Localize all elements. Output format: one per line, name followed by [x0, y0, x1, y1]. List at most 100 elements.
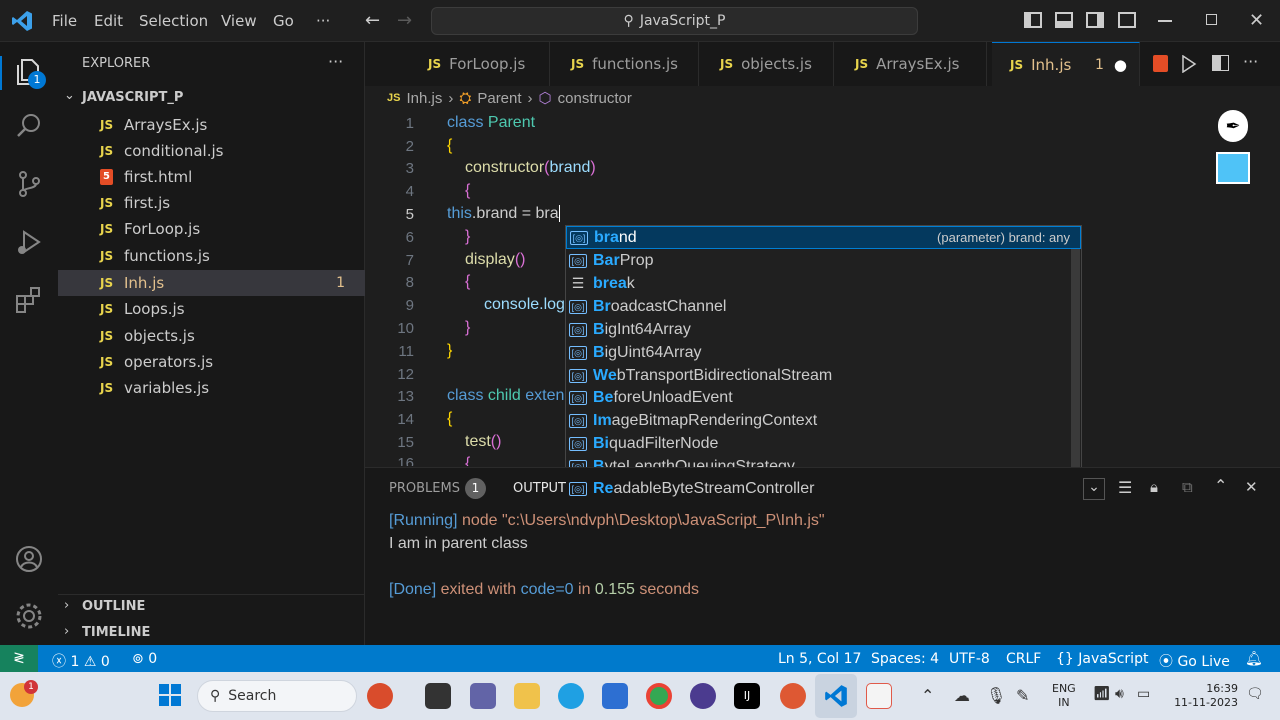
- clear-output-icon[interactable]: ☰: [1118, 478, 1132, 497]
- pen-icon[interactable]: ✎: [1016, 686, 1029, 705]
- output-channel-dropdown-icon[interactable]: ⌄: [1083, 478, 1105, 500]
- timeline-section[interactable]: TIMELINE: [82, 625, 150, 640]
- chrome-icon[interactable]: [646, 683, 672, 709]
- search-activity-icon[interactable]: [13, 110, 45, 142]
- onedrive-cloud-icon[interactable]: ☁︎: [954, 686, 970, 705]
- file-item-active[interactable]: JS Inh.js 1: [58, 270, 365, 296]
- edge-browser-icon[interactable]: [558, 683, 584, 709]
- suggestion-item[interactable]: [◎] Re adableByteStreamController: [566, 477, 1081, 500]
- language-mode[interactable]: {} JavaScript: [1056, 651, 1148, 667]
- file-item[interactable]: JS Loops.js: [58, 296, 365, 322]
- html-preview-icon[interactable]: [1153, 55, 1168, 72]
- file-item[interactable]: JS variables.js: [58, 375, 365, 401]
- encoding[interactable]: UTF-8: [949, 651, 990, 667]
- back-arrow-icon[interactable]: ←: [365, 10, 380, 31]
- settings-gear-icon[interactable]: [13, 600, 45, 632]
- ports-status[interactable]: ⊚ 0: [132, 651, 157, 667]
- notification-center-icon[interactable]: 🗨︎: [1246, 686, 1264, 702]
- minimize-icon[interactable]: [1158, 20, 1172, 22]
- menu-go[interactable]: Go: [273, 12, 294, 30]
- chevron-right-icon[interactable]: ›: [64, 624, 69, 639]
- file-item[interactable]: JS ForLoop.js: [58, 216, 365, 242]
- menu-selection[interactable]: Selection: [139, 12, 208, 30]
- vscode-taskbar-icon[interactable]: [823, 683, 849, 709]
- file-item[interactable]: JS functions.js: [58, 243, 365, 269]
- task-view-icon[interactable]: [425, 683, 451, 709]
- menu-edit[interactable]: Edit: [94, 12, 123, 30]
- run-code-icon[interactable]: [1181, 55, 1197, 73]
- run-debug-icon[interactable]: [13, 226, 45, 258]
- go-live-button[interactable]: ⦿ Go Live: [1159, 651, 1230, 671]
- indentation[interactable]: Spaces: 4: [871, 651, 939, 667]
- store-icon[interactable]: [602, 683, 628, 709]
- line-endings[interactable]: CRLF: [1006, 651, 1041, 667]
- menu-more[interactable]: ···: [316, 12, 330, 30]
- suggestion-item-selected[interactable]: [◎] bra nd (parameter) brand: any: [566, 226, 1081, 249]
- remote-indicator-icon[interactable]: ≷: [0, 645, 38, 672]
- suggestion-item[interactable]: [◎] BigUint64Array: [566, 341, 1081, 364]
- command-center-search[interactable]: ⚲ JavaScript_P: [431, 7, 918, 35]
- breadcrumb-file[interactable]: Inh.js: [406, 90, 442, 107]
- clock[interactable]: 16:39 11-11-2023: [1170, 682, 1238, 710]
- menu-file[interactable]: File: [52, 12, 77, 30]
- forward-arrow-icon[interactable]: →: [397, 10, 412, 31]
- customize-layout-icon[interactable]: [1118, 12, 1136, 28]
- flowers-widget-icon[interactable]: [367, 683, 393, 709]
- lock-scroll-icon[interactable]: 🔒︎: [1150, 478, 1158, 496]
- chevron-up-icon[interactable]: ⌃: [921, 686, 934, 705]
- cursor-position[interactable]: Ln 5, Col 17: [778, 651, 861, 667]
- windows-start-icon[interactable]: [159, 684, 181, 706]
- menu-view[interactable]: View: [221, 12, 257, 30]
- duckduckgo-icon[interactable]: [780, 683, 806, 709]
- pen-overlay-icon[interactable]: ✒: [1218, 110, 1248, 142]
- close-window-icon[interactable]: ✕: [1249, 10, 1264, 31]
- wifi-icon[interactable]: 📶︎: [1093, 686, 1111, 702]
- extensions-icon[interactable]: [13, 284, 45, 316]
- suggestion-item[interactable]: ☰ brea k: [566, 272, 1081, 295]
- microphone-icon[interactable]: 🎙︎: [986, 686, 1006, 705]
- webcam-overlay-icon[interactable]: [1216, 152, 1250, 184]
- maximize-panel-icon[interactable]: ⌃: [1214, 476, 1227, 495]
- tab-functions[interactable]: JS functions.js: [553, 42, 699, 86]
- tab-problems[interactable]: PROBLEMS: [389, 481, 460, 496]
- notifications-bell-icon[interactable]: 🔔︎: [1245, 651, 1263, 667]
- source-control-icon[interactable]: [13, 168, 45, 200]
- suggestion-item[interactable]: [◎] Bi quadFilterNode: [566, 432, 1081, 455]
- file-item[interactable]: JS first.js: [58, 190, 365, 216]
- account-icon[interactable]: [13, 543, 45, 575]
- more-actions-icon[interactable]: ···: [1243, 52, 1258, 71]
- file-item[interactable]: JS ArraysEx.js: [58, 112, 365, 138]
- toggle-panel-icon[interactable]: [1055, 12, 1073, 28]
- suggestion-item[interactable]: [◎] We bTransportBidirectionalStream: [566, 364, 1081, 387]
- suggestion-item[interactable]: [◎] Im ageBitmapRenderingContext: [566, 409, 1081, 432]
- tab-objects[interactable]: JS objects.js: [702, 42, 834, 86]
- explorer-more-icon[interactable]: ···: [328, 52, 343, 71]
- file-item[interactable]: 5 first.html: [58, 164, 365, 190]
- workspace-folder[interactable]: JAVASCRIPT_P: [82, 90, 183, 105]
- restore-icon[interactable]: [1206, 14, 1217, 25]
- tab-arraysex[interactable]: JS ArraysEx.js: [837, 42, 987, 86]
- unsaved-dot-icon[interactable]: ●: [1114, 56, 1127, 74]
- chevron-down-icon[interactable]: ⌄: [64, 88, 75, 103]
- file-explorer-icon[interactable]: [514, 683, 540, 709]
- suggestion-item[interactable]: [◎] BigInt64Array: [566, 318, 1081, 341]
- breadcrumb-class[interactable]: Parent: [477, 90, 521, 107]
- toggle-secondary-sidebar-icon[interactable]: [1086, 12, 1104, 28]
- tab-output[interactable]: OUTPUT: [513, 481, 566, 496]
- suggestion-item[interactable]: [◎] Br oadcastChannel: [566, 295, 1081, 318]
- battery-icon[interactable]: ▭: [1137, 686, 1150, 702]
- outline-section[interactable]: OUTLINE: [82, 599, 145, 614]
- tab-forloop[interactable]: JS ForLoop.js: [410, 42, 550, 86]
- split-editor-icon[interactable]: [1212, 55, 1229, 71]
- teams-chat-icon[interactable]: [470, 683, 496, 709]
- recorder-app-icon[interactable]: [866, 683, 892, 709]
- volume-icon[interactable]: 🔊︎: [1115, 686, 1124, 702]
- file-item[interactable]: JS operators.js: [58, 349, 365, 375]
- problems-status[interactable]: ⓧ 1 ⚠ 0: [52, 651, 110, 671]
- file-item[interactable]: JS objects.js: [58, 323, 365, 349]
- eclipse-icon[interactable]: [690, 683, 716, 709]
- intellij-icon[interactable]: IJ: [734, 683, 760, 709]
- chevron-right-icon[interactable]: ›: [64, 598, 69, 613]
- tab-inh[interactable]: JS Inh.js 1 ●: [992, 42, 1140, 86]
- open-in-editor-icon[interactable]: ⧉: [1182, 478, 1193, 496]
